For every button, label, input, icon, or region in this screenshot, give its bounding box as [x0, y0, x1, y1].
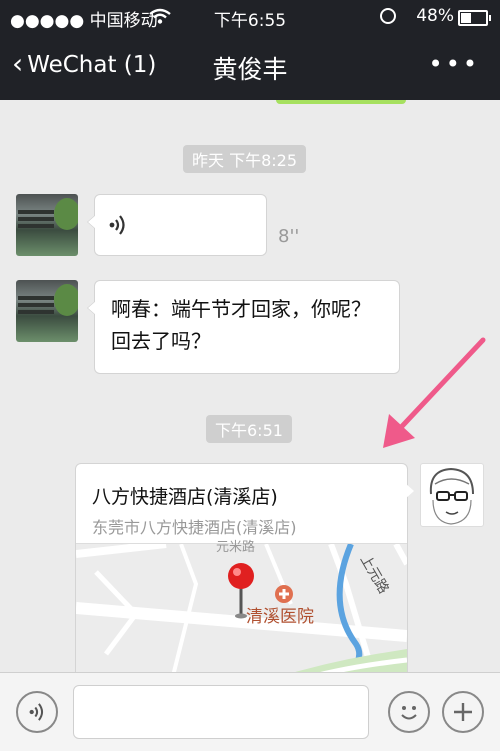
location-address: 东莞市八方快捷酒店(清溪店): [92, 518, 297, 537]
annotation-arrow: [383, 337, 486, 448]
map-pin-icon: [228, 563, 254, 619]
status-bar: ●●●●● 中国移动 下午6:55 48%: [0, 0, 500, 34]
more-functions-button[interactable]: [442, 691, 484, 733]
previous-message-bubble: [276, 100, 406, 104]
alarm-icon: [380, 8, 396, 24]
map-road-label: 元米路: [216, 540, 256, 555]
battery-icon: [458, 10, 491, 26]
input-bar: [0, 672, 500, 751]
battery-percent: 48%: [416, 6, 454, 26]
hospital-icon: [275, 585, 293, 603]
smiley-icon: [401, 706, 417, 720]
timestamp: 昨天 下午8:25: [183, 145, 307, 173]
avatar[interactable]: [420, 463, 484, 527]
sketch-portrait: [429, 467, 474, 525]
nav-bar: ‹ WeChat (1) 黄俊丰 •••: [0, 34, 500, 100]
plus-icon: [454, 703, 472, 721]
avatar[interactable]: [16, 280, 78, 342]
message-input[interactable]: [73, 685, 369, 739]
voice-duration: 8'': [278, 226, 300, 247]
voice-icon: [109, 215, 125, 235]
map-preview[interactable]: 元米路 上元路 清溪医院: [76, 540, 407, 679]
message-text: 啊春：端午节才回家，你呢？回去了吗？: [111, 297, 371, 353]
voice-input-button[interactable]: [16, 691, 58, 733]
emoji-button[interactable]: [388, 691, 430, 733]
map-poi-label: 清溪医院: [246, 607, 314, 627]
avatar[interactable]: [16, 194, 78, 256]
location-message-card[interactable]: 八方快捷酒店(清溪店) 东莞市八方快捷酒店(清溪店) 元米路 上元路 清溪医院: [75, 463, 408, 680]
bubble-tail: [405, 483, 414, 499]
timestamp: 下午6:51: [206, 415, 292, 443]
text-message-bubble[interactable]: 啊春：端午节才回家，你呢？回去了吗？: [87, 280, 400, 374]
voice-message-bubble[interactable]: [87, 194, 267, 256]
chat-title: 黄俊丰: [212, 55, 288, 84]
location-title: 八方快捷酒店(清溪店): [92, 486, 278, 508]
more-icon[interactable]: •••: [429, 50, 480, 78]
voice-icon: [29, 703, 44, 721]
